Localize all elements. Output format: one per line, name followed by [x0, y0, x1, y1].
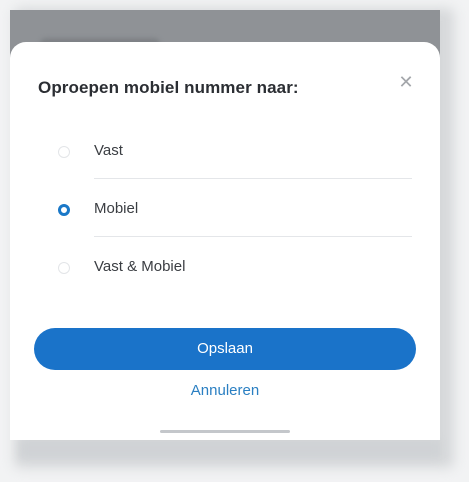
option-label-vast: Vast — [94, 142, 123, 159]
bottom-sheet-dialog: Oproepen mobiel nummer naar: ✕ Vast Mobi… — [10, 42, 440, 440]
divider — [94, 236, 412, 237]
save-button[interactable]: Opslaan — [34, 328, 416, 370]
option-mobiel[interactable]: Mobiel — [10, 180, 440, 238]
option-vast-en-mobiel[interactable]: Vast & Mobiel — [10, 238, 440, 296]
screen-bottom-shadow — [20, 440, 440, 458]
close-icon[interactable]: ✕ — [392, 68, 420, 96]
divider — [94, 178, 412, 179]
radio-button-mobiel[interactable] — [58, 204, 70, 216]
dialog-title: Oproepen mobiel nummer naar: — [38, 78, 299, 97]
option-label-vast-en-mobiel: Vast & Mobiel — [94, 258, 186, 275]
radio-button-vast-en-mobiel[interactable] — [58, 262, 70, 274]
option-label-mobiel: Mobiel — [94, 200, 139, 217]
radio-button-vast[interactable] — [58, 146, 70, 158]
cancel-button[interactable]: Annuleren — [10, 382, 440, 399]
phone-screen: Oproepen mobiel nummer naar: ✕ Vast Mobi… — [10, 10, 440, 440]
home-indicator[interactable] — [160, 430, 290, 433]
option-vast[interactable]: Vast — [10, 122, 440, 180]
